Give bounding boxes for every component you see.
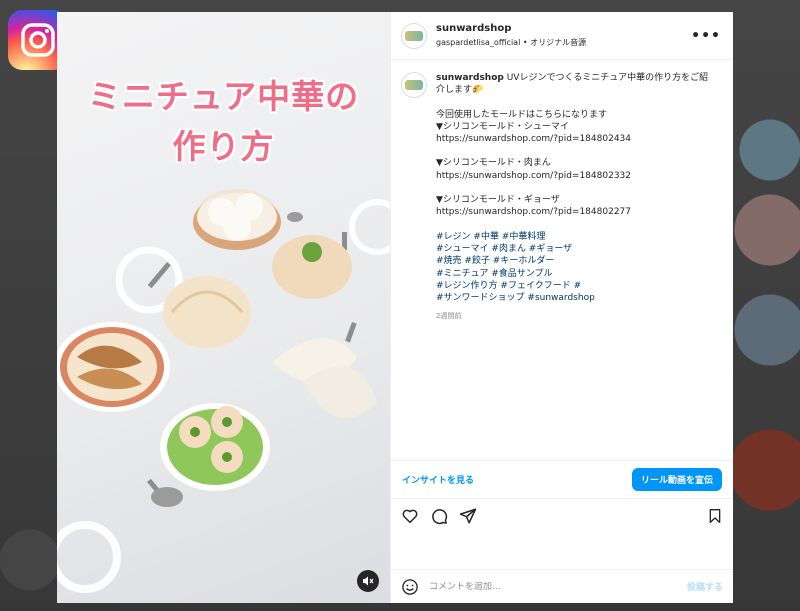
likes-area (391, 532, 733, 569)
heart-icon[interactable] (401, 507, 419, 525)
caption-area: sunwardshop UVレジンでつくるミニチュア中華の作り方をご紹介します🌮… (391, 60, 733, 460)
hashtags-line6[interactable]: #サンワードショップ #sunwardshop (436, 292, 716, 304)
post-side-panel: sunwardshop gaspardetlisa_official • オリジ… (390, 12, 733, 603)
audio-link[interactable]: gaspardetlisa_official • オリジナル音源 (436, 37, 586, 48)
caption-text: sunwardshop UVレジンでつくるミニチュア中華の作り方をご紹介します🌮… (436, 72, 716, 323)
emoji-icon[interactable] (401, 578, 419, 596)
mute-button[interactable] (357, 570, 379, 592)
bookmark-icon[interactable] (707, 508, 723, 528)
post-time: 2週間前 (436, 312, 462, 321)
insight-bar: インサイトを見る リール動画を宣伝 (391, 460, 733, 498)
hashtags-line1[interactable]: #レジン #中華 #中華料理 (436, 231, 716, 243)
post-modal: ミニチュア中華の 作り方 sunwardshop gaspardetlisa_o… (57, 12, 733, 603)
comment-icon[interactable] (430, 507, 448, 525)
caption-username[interactable]: sunwardshop (436, 73, 504, 83)
hashtags-line5[interactable]: #レジン作り方 #フェイクフード # (436, 280, 716, 292)
caption-url2: https://sunwardshop.com/?pid=184802332 (436, 170, 631, 181)
comment-input[interactable] (429, 581, 687, 592)
caption-item1: ▼シリコンモールド・シューマイ (436, 121, 569, 132)
caption-used-line: 今回使用したモールドはこちらになります (436, 109, 608, 120)
boost-reel-button[interactable]: リール動画を宣伝 (631, 468, 722, 491)
post-media[interactable]: ミニチュア中華の 作り方 (57, 12, 390, 603)
caption-item2: ▼シリコンモールド・肉まん (436, 158, 551, 169)
mute-icon (363, 576, 374, 586)
post-title-line2: 作り方 (172, 127, 275, 166)
hashtags-line2[interactable]: #シューマイ #肉まん #ギョーザ (436, 243, 716, 255)
hashtags-line4[interactable]: #ミニチュア #食品サンプル (436, 268, 716, 280)
comment-bar: 投稿する (391, 569, 733, 603)
more-icon[interactable]: ••• (691, 28, 721, 44)
view-insights-link[interactable]: インサイトを見る (402, 473, 474, 486)
action-bar (391, 498, 733, 532)
caption-avatar[interactable] (401, 72, 427, 98)
post-title-line1: ミニチュア中華の (87, 77, 360, 116)
hashtags-line3[interactable]: #焼売 #餃子 #キーホルダー (436, 255, 716, 267)
caption-url1: https://sunwardshop.com/?pid=184802434 (436, 134, 631, 145)
share-icon[interactable] (459, 507, 477, 525)
caption-url3: https://sunwardshop.com/?pid=184802277 (436, 207, 631, 218)
caption-item3: ▼シリコンモールド・ギョーザ (436, 195, 560, 206)
avatar[interactable] (401, 22, 427, 49)
username-link[interactable]: sunwardshop (436, 23, 586, 34)
post-comment-button[interactable]: 投稿する (687, 580, 723, 593)
post-header: sunwardshop gaspardetlisa_official • オリジ… (391, 12, 733, 60)
